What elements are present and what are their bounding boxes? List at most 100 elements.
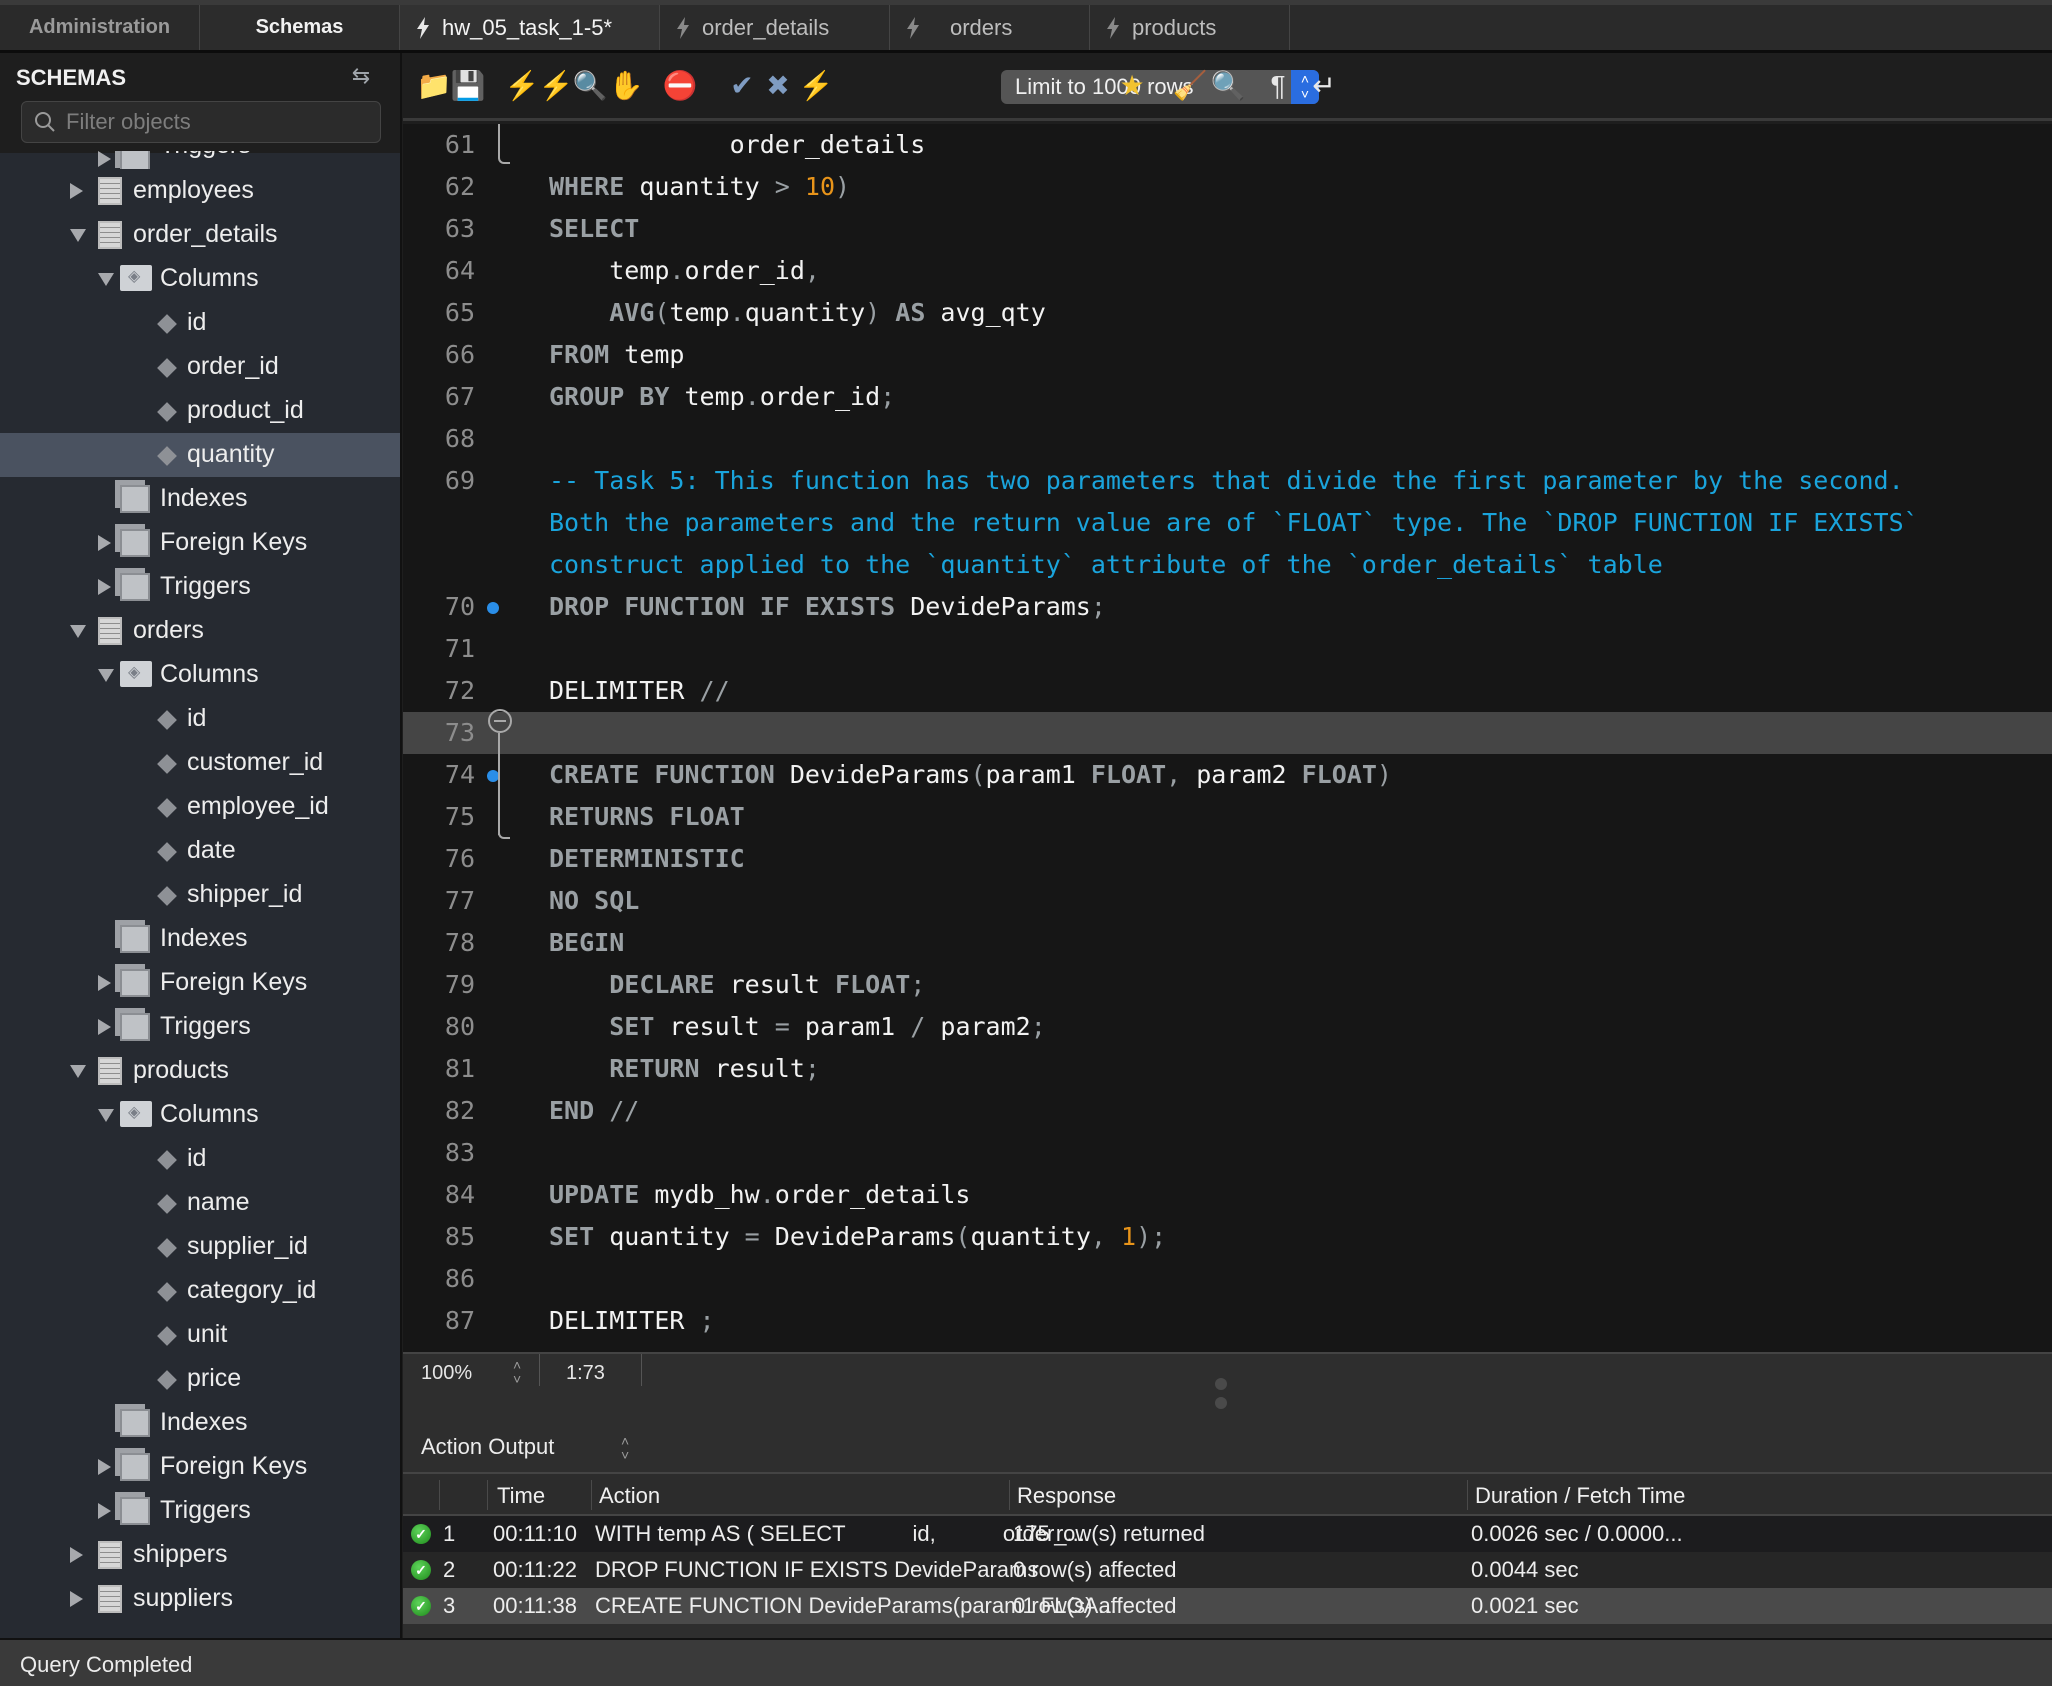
- explain-button[interactable]: 🔍: [573, 69, 608, 103]
- add-snippet-button[interactable]: ★: [1115, 69, 1149, 103]
- code-line[interactable]: 77 NO SQL: [403, 880, 2052, 922]
- disclosure-collapsed-icon[interactable]: [98, 1019, 111, 1035]
- output-type-select[interactable]: Action Output: [421, 1434, 554, 1460]
- tab-orders[interactable]: orders: [890, 5, 1090, 50]
- rollback-button[interactable]: ✖: [761, 69, 795, 103]
- beautify-button[interactable]: 🧹: [1173, 69, 1208, 103]
- code-line[interactable]: 61 order_details: [403, 124, 2052, 166]
- disclosure-expanded-icon[interactable]: [98, 669, 114, 682]
- tab-order-details[interactable]: order_details: [660, 5, 890, 50]
- tree-item-column[interactable]: customer_id: [0, 741, 400, 785]
- execute-all-button[interactable]: ⚡: [505, 69, 540, 103]
- tree-item-column[interactable]: shipper_id: [0, 873, 400, 917]
- tree-item-table[interactable]: shippers: [0, 1533, 400, 1577]
- code-line[interactable]: 67 GROUP BY temp.order_id;: [403, 376, 2052, 418]
- column-header-response[interactable]: Response: [1017, 1483, 1116, 1509]
- code-line[interactable]: 75 RETURNS FLOAT: [403, 796, 2052, 838]
- disclosure-collapsed-icon[interactable]: [70, 1547, 83, 1563]
- fold-toggle-icon[interactable]: [488, 709, 512, 733]
- tree-item-group[interactable]: Indexes: [0, 1401, 400, 1445]
- tree-item-group[interactable]: Foreign Keys: [0, 961, 400, 1005]
- open-file-button[interactable]: 📁: [417, 69, 452, 103]
- tab-administration[interactable]: Administration: [0, 5, 200, 50]
- code-line[interactable]: 81 RETURN result;: [403, 1048, 2052, 1090]
- column-header-action[interactable]: Action: [599, 1483, 660, 1509]
- tab-schemas[interactable]: Schemas: [200, 5, 400, 50]
- tree-item-column[interactable]: id: [0, 301, 400, 345]
- chevron-updown-icon[interactable]: ˄ ˅: [621, 1434, 629, 1462]
- refresh-icon[interactable]: ⇆: [348, 63, 374, 89]
- tree-item-column[interactable]: product_id: [0, 389, 400, 433]
- tree-item-table[interactable]: order_details: [0, 213, 400, 257]
- output-row[interactable]: ✓ 2 00:11:22 DROP FUNCTION IF EXISTS Devide…: [403, 1552, 2052, 1588]
- save-button[interactable]: 💾: [451, 69, 486, 103]
- tree-item-table[interactable]: employees: [0, 169, 400, 213]
- stop-on-error-button[interactable]: ⛔: [663, 69, 698, 103]
- code-line[interactable]: 87 DELIMITER ;: [403, 1300, 2052, 1342]
- find-button[interactable]: 🔍: [1211, 69, 1246, 103]
- tab-products[interactable]: products: [1090, 5, 1290, 50]
- code-line[interactable]: 83: [403, 1132, 2052, 1174]
- invisible-chars-button[interactable]: ¶: [1261, 69, 1295, 103]
- code-line[interactable]: 66 FROM temp: [403, 334, 2052, 376]
- disclosure-expanded-icon[interactable]: [70, 625, 86, 638]
- tree-item-table[interactable]: products: [0, 1049, 400, 1093]
- tree-item-group[interactable]: Foreign Keys: [0, 521, 400, 565]
- commit-button[interactable]: ✔: [725, 69, 759, 103]
- tree-item-folder[interactable]: Columns: [0, 1093, 400, 1137]
- zoom-stepper[interactable]: ˄ ˅: [513, 1358, 521, 1386]
- disclosure-expanded-icon[interactable]: [98, 1109, 114, 1122]
- panel-resize-handle[interactable]: [1215, 1378, 1229, 1416]
- code-line[interactable]: 76 DETERMINISTIC: [403, 838, 2052, 880]
- code-line[interactable]: 84 UPDATE mydb_hw.order_details: [403, 1174, 2052, 1216]
- code-line[interactable]: 79 DECLARE result FLOAT;: [403, 964, 2052, 1006]
- tree-item-group[interactable]: Foreign Keys: [0, 1445, 400, 1489]
- code-line[interactable]: 63 SELECT: [403, 208, 2052, 250]
- tree-item-column[interactable]: unit: [0, 1313, 400, 1357]
- tree-item-column[interactable]: id: [0, 1137, 400, 1181]
- tree-item-table[interactable]: suppliers: [0, 1577, 400, 1621]
- tree-item-column[interactable]: id: [0, 697, 400, 741]
- word-wrap-button[interactable]: ↵: [1307, 69, 1341, 103]
- tree-item-column[interactable]: name: [0, 1181, 400, 1225]
- autocommit-button[interactable]: ⚡: [799, 69, 834, 103]
- disclosure-collapsed-icon[interactable]: [98, 151, 111, 167]
- code-line[interactable]: 74 CREATE FUNCTION DevideParams(param1 FL…: [403, 754, 2052, 796]
- disclosure-expanded-icon[interactable]: [70, 1065, 86, 1078]
- output-row[interactable]: ✓ 1 00:11:10 WITH temp AS ( SELECT id, orde…: [403, 1516, 2052, 1552]
- tree-item-column[interactable]: order_id: [0, 345, 400, 389]
- tree-item-column[interactable]: category_id: [0, 1269, 400, 1313]
- disclosure-collapsed-icon[interactable]: [70, 1591, 83, 1607]
- tree-item-group[interactable]: Indexes: [0, 917, 400, 961]
- disclosure-expanded-icon[interactable]: [98, 273, 114, 286]
- code-line[interactable]: 64 temp.order_id,: [403, 250, 2052, 292]
- disclosure-collapsed-icon[interactable]: [98, 1503, 111, 1519]
- column-header-time[interactable]: Time: [497, 1483, 545, 1509]
- code-line[interactable]: 71: [403, 628, 2052, 670]
- stop-button[interactable]: ✋: [609, 69, 644, 103]
- code-line[interactable]: 68: [403, 418, 2052, 460]
- code-line[interactable]: 82 END //: [403, 1090, 2052, 1132]
- code-line[interactable]: 72 DELIMITER //: [403, 670, 2052, 712]
- code-line[interactable]: 73: [403, 712, 2052, 754]
- code-line[interactable]: 65 AVG(temp.quantity) AS avg_qty: [403, 292, 2052, 334]
- tree-item-column[interactable]: date: [0, 829, 400, 873]
- tree-item-group[interactable]: Triggers: [0, 1489, 400, 1533]
- tree-item-group[interactable]: Triggers: [0, 151, 400, 169]
- tree-item-folder[interactable]: Columns: [0, 257, 400, 301]
- tree-item-table[interactable]: orders: [0, 609, 400, 653]
- tree-item-column[interactable]: employee_id: [0, 785, 400, 829]
- disclosure-expanded-icon[interactable]: [70, 229, 86, 242]
- tree-item-folder[interactable]: Columns: [0, 653, 400, 697]
- code-line[interactable]: 70 DROP FUNCTION IF EXISTS DevideParams;: [403, 586, 2052, 628]
- tree-item-group[interactable]: Triggers: [0, 1005, 400, 1049]
- disclosure-collapsed-icon[interactable]: [70, 183, 83, 199]
- column-header-duration[interactable]: Duration / Fetch Time: [1475, 1483, 1685, 1509]
- code-line[interactable]: 80 SET result = param1 / param2;: [403, 1006, 2052, 1048]
- sql-editor[interactable]: 87 DELIMITER ; 86 85 SET quantity = DevidePa…: [403, 124, 2052, 1352]
- code-line[interactable]: 62 WHERE quantity > 10): [403, 166, 2052, 208]
- filter-objects-field[interactable]: [21, 101, 381, 143]
- code-line[interactable]: 85 SET quantity = DevideParams(quantity, …: [403, 1216, 2052, 1258]
- execute-current-button[interactable]: ⚡: [539, 69, 574, 103]
- disclosure-collapsed-icon[interactable]: [98, 975, 111, 991]
